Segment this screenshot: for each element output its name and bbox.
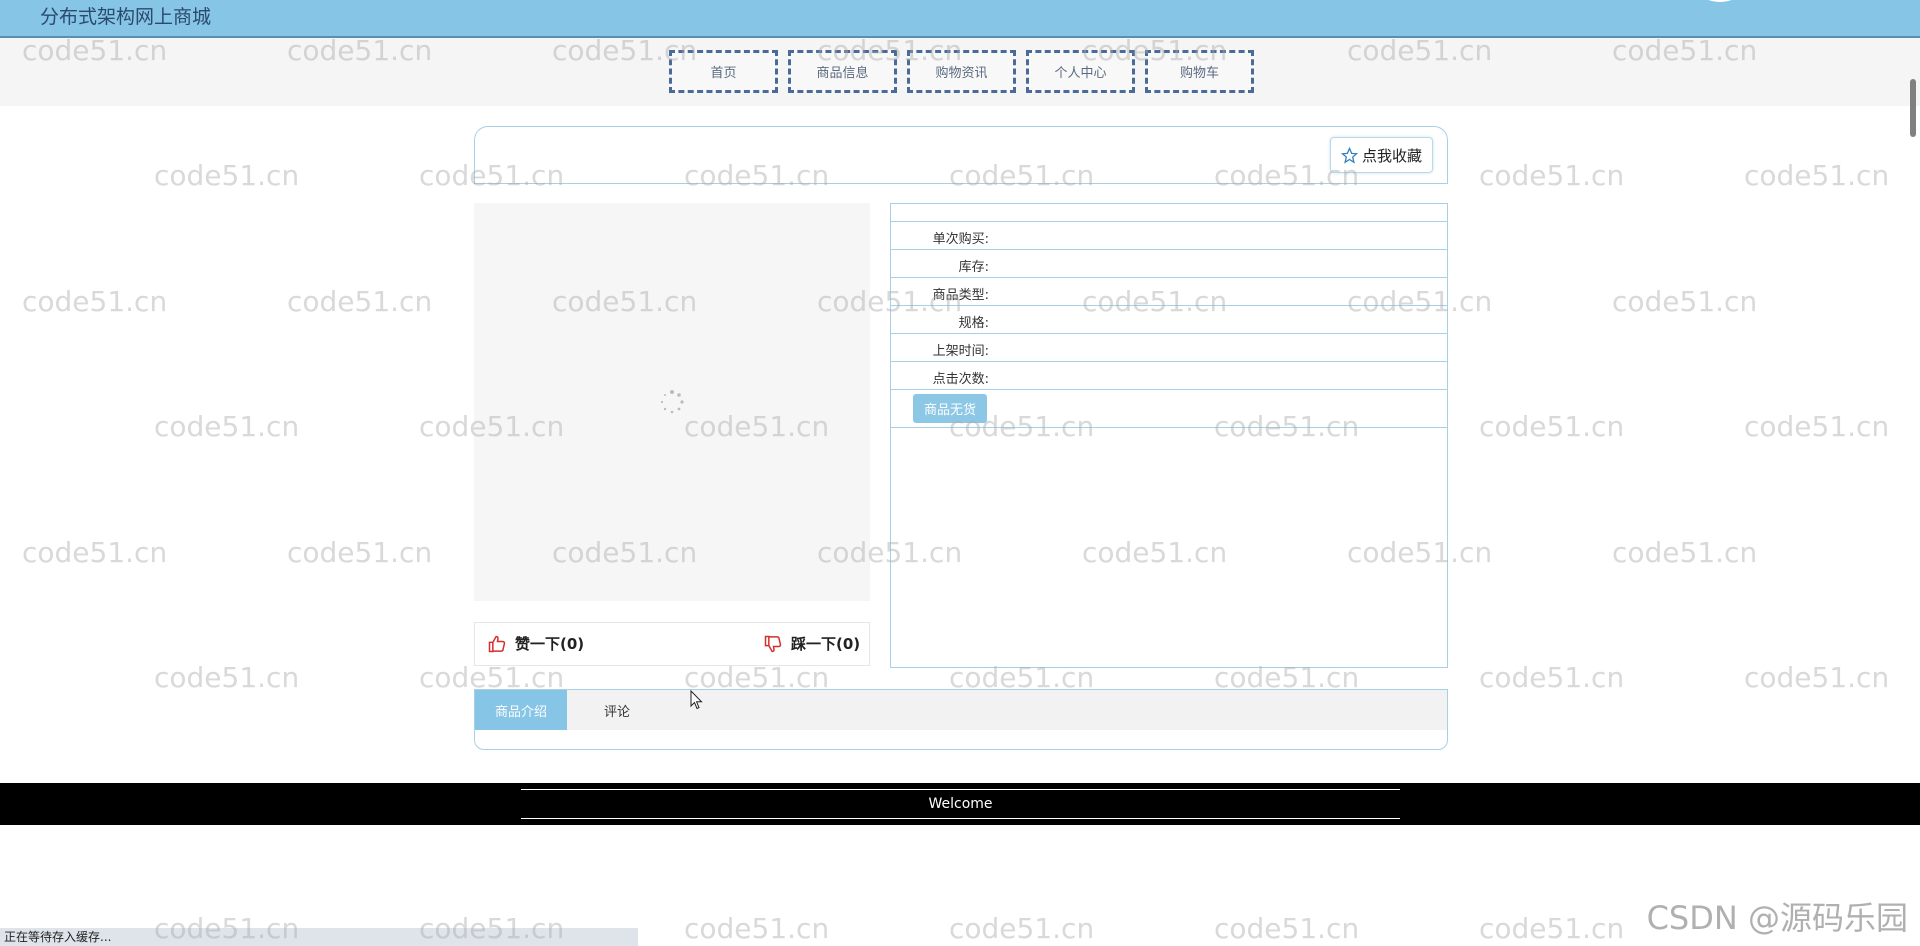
- watermark: code51.cn: [1612, 285, 1758, 318]
- info-row-stock: 库存:: [891, 250, 1447, 278]
- thumbs-up-icon: [488, 635, 506, 652]
- nav-item-cart[interactable]: 购物车: [1145, 50, 1254, 93]
- watermark: code51.cn: [154, 410, 300, 443]
- info-label: 商品类型:: [932, 288, 989, 303]
- favorite-button[interactable]: 点我收藏: [1329, 137, 1433, 173]
- info-row-purchase-limit: 单次购买:: [891, 222, 1447, 250]
- site-title: 分布式架构网上商城: [40, 6, 212, 28]
- info-label: 上架时间:: [932, 344, 989, 359]
- info-label: 单次购买:: [932, 232, 989, 247]
- product-info-table: 单次购买: 库存: 商品类型: 规格: 上架时间: 点击次数: 商品无货: [890, 203, 1448, 668]
- watermark: code51.cn: [684, 912, 830, 945]
- watermark: code51.cn: [154, 661, 300, 694]
- star-icon: [1340, 146, 1358, 164]
- watermark: code51.cn: [1479, 159, 1625, 192]
- watermark: code51.cn: [1479, 661, 1625, 694]
- dislike-label: 踩一下(0): [791, 635, 861, 653]
- like-button[interactable]: 赞一下(0): [487, 633, 584, 654]
- info-row-clicks: 点击次数:: [891, 362, 1447, 390]
- info-row-listed-time: 上架时间:: [891, 334, 1447, 362]
- info-row-type: 商品类型:: [891, 278, 1447, 306]
- scroll-thumb[interactable]: [1910, 79, 1916, 137]
- nav-band: 首页 商品信息 购物资讯 个人中心 购物车: [0, 38, 1920, 106]
- info-label: 规格:: [958, 316, 989, 331]
- footer-welcome: Welcome: [521, 789, 1400, 819]
- dislike-button[interactable]: 踩一下(0): [763, 633, 860, 654]
- watermark: code51.cn: [1479, 410, 1625, 443]
- watermark: code51.cn: [1479, 912, 1625, 945]
- browser-status-bar: 正在等待存入缓存...: [0, 928, 638, 946]
- watermark: code51.cn: [1214, 912, 1360, 945]
- csdn-watermark: CSDN @源码乐园: [1646, 899, 1908, 937]
- info-label: 库存:: [958, 260, 989, 275]
- nav-item-user-center[interactable]: 个人中心: [1026, 50, 1135, 93]
- out-of-stock-button[interactable]: 商品无货: [913, 394, 987, 423]
- watermark: code51.cn: [1612, 536, 1758, 569]
- nav-item-products[interactable]: 商品信息: [788, 50, 897, 93]
- nav-item-home[interactable]: 首页: [669, 50, 778, 93]
- watermark: code51.cn: [287, 536, 433, 569]
- tab-product-intro[interactable]: 商品介绍: [475, 690, 567, 730]
- detail-tabs: 商品介绍 评论: [474, 689, 1448, 750]
- header-bar: 分布式架构网上商城: [0, 0, 1920, 38]
- info-row-spec: 规格:: [891, 306, 1447, 334]
- watermark: code51.cn: [154, 159, 300, 192]
- watermark: code51.cn: [22, 536, 168, 569]
- product-title-panel: 点我收藏: [474, 126, 1448, 184]
- avatar[interactable]: [1700, 0, 1740, 2]
- nav-item-news[interactable]: 购物资讯: [907, 50, 1016, 93]
- like-label: 赞一下(0): [515, 635, 585, 653]
- thumbs-down-icon: [764, 635, 782, 652]
- watermark: code51.cn: [22, 285, 168, 318]
- watermark: code51.cn: [1744, 661, 1890, 694]
- vote-bar: 赞一下(0) 踩一下(0): [474, 622, 870, 666]
- info-row-actions: 商品无货: [891, 390, 1447, 428]
- footer: Welcome: [0, 783, 1920, 825]
- watermark: code51.cn: [1744, 410, 1890, 443]
- watermark: code51.cn: [949, 912, 1095, 945]
- scrollbar[interactable]: [1906, 0, 1920, 946]
- product-image: [474, 203, 870, 601]
- mouse-cursor-icon: [690, 690, 703, 710]
- main-nav: 首页 商品信息 购物资讯 个人中心 购物车: [669, 50, 1254, 93]
- info-label: 点击次数:: [932, 372, 989, 387]
- tabs-strip: 商品介绍 评论: [475, 690, 1447, 730]
- favorite-label: 点我收藏: [1361, 146, 1422, 165]
- page: 分布式架构网上商城 首页 商品信息 购物资讯 个人中心 购物车 点我收藏 赞一下…: [0, 0, 1920, 946]
- loading-spinner-icon: [660, 390, 684, 414]
- watermark: code51.cn: [1744, 159, 1890, 192]
- watermark: code51.cn: [287, 285, 433, 318]
- tab-comments[interactable]: 评论: [587, 690, 647, 730]
- info-row-header: [891, 204, 1447, 222]
